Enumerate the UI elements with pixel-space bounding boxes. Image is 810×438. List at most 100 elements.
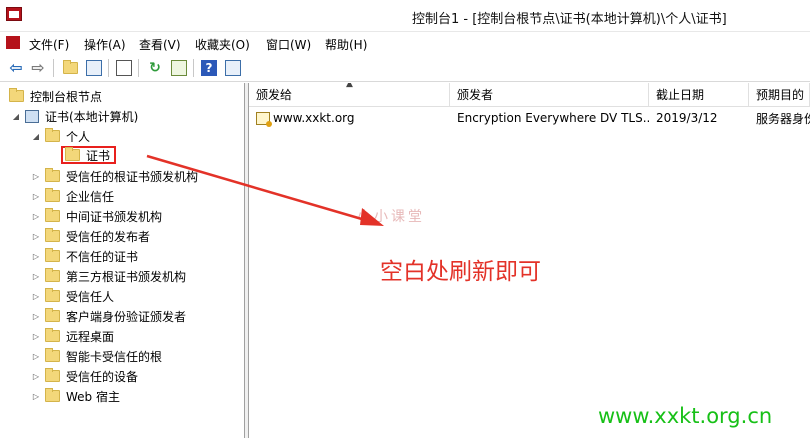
cell-text: 2019/3/12 [656,111,718,125]
properties-button[interactable] [114,58,134,78]
tree-label: 中间证书颁发机构 [66,209,163,224]
collapse-arrow-icon[interactable]: ▷ [31,372,41,381]
collapse-arrow-icon[interactable]: ▷ [31,352,41,361]
title-bar: 控制台1 - [控制台根节点\证书(本地计算机)\个人\证书] [0,0,810,32]
tree-label: 远程桌面 [66,329,115,344]
tree-item[interactable]: ▷ 客户端身份验证颁发者 [31,306,186,326]
back-arrow-icon: ⇦ [9,58,23,77]
tree-label: 受信任的发布者 [66,229,151,244]
folder-icon [45,228,60,242]
tree-label: 受信任的根证书颁发机构 [66,169,199,184]
tree-item-cert-store[interactable]: ◢ 证书(本地计算机) [11,106,138,126]
back-button[interactable]: ⇦ [6,58,26,78]
show-hide-tree-button[interactable] [84,58,104,78]
up-folder-button[interactable] [60,58,80,78]
tree-label: 证书 [86,148,111,163]
console-icon[interactable] [6,36,20,49]
tree-label: 控制台根节点 [30,89,103,104]
collapse-arrow-icon[interactable]: ▷ [31,392,41,401]
folder-icon [65,147,80,161]
collapse-arrow-icon[interactable]: ▷ [31,292,41,301]
tree-item[interactable]: ▷ 不信任的证书 [31,246,138,266]
tree-item[interactable]: ▷ 中间证书颁发机构 [31,206,162,226]
tree-item[interactable]: ▷ 受信任的发布者 [31,226,150,246]
menu-view[interactable]: 查看(V) [139,36,181,53]
tree-label: 证书(本地计算机) [45,109,139,124]
export-list-button[interactable] [169,58,189,78]
column-label: 截止日期 [656,88,705,102]
column-header-issuer[interactable]: 颁发者 [450,83,649,107]
menu-favorites[interactable]: 收藏夹(O) [195,36,250,53]
collapse-arrow-icon[interactable]: ▷ [31,332,41,341]
expand-arrow-icon[interactable]: ◢ [11,112,21,121]
expand-arrow-icon[interactable]: ◢ [31,132,41,141]
toolbar-separator [108,59,109,77]
tree-item-personal[interactable]: ◢ 个人 [31,126,90,146]
tree-item[interactable]: ▷ 智能卡受信任的根 [31,346,162,366]
tree-item[interactable]: ▷ 受信任人 [31,286,114,306]
collapse-arrow-icon[interactable]: ▷ [31,192,41,201]
menu-window[interactable]: 窗口(W) [266,36,311,53]
tree-label: 受信任的设备 [66,369,139,384]
certificate-icon [256,111,272,127]
menu-bar: 文件(F) 操作(A) 查看(V) 收藏夹(O) 窗口(W) 帮助(H) [0,32,810,54]
tree-item[interactable]: ▷ 企业信任 [31,186,114,206]
column-header-issued-to[interactable]: 颁发给 ▲ [249,83,450,107]
tree-label: 智能卡受信任的根 [66,349,163,364]
folder-icon [45,328,60,342]
toolbar-separator [53,59,54,77]
folder-icon [45,128,60,142]
collapse-arrow-icon[interactable]: ▷ [31,252,41,261]
folder-icon [45,188,60,202]
collapse-arrow-icon[interactable]: ▷ [31,232,41,241]
collapse-arrow-icon[interactable]: ▷ [31,272,41,281]
forward-arrow-icon: ⇨ [31,58,45,77]
mmc-app-icon [6,7,22,21]
folder-icon [9,88,24,102]
collapse-arrow-icon[interactable]: ▷ [31,172,41,181]
refresh-button[interactable]: ↻ [145,58,165,78]
tree-label: 客户端身份验证颁发者 [66,309,187,324]
action-pane-icon [225,60,241,76]
tree-item[interactable]: ▷ 受信任的设备 [31,366,138,386]
help-button[interactable]: ? [199,58,219,78]
clipboard-icon [116,60,132,76]
collapse-arrow-icon[interactable]: ▷ [31,312,41,321]
tree-item[interactable]: ▷ 远程桌面 [31,326,114,346]
tree-item-certificates-selected[interactable]: 证书 [61,145,117,165]
show-action-pane-button[interactable] [223,58,243,78]
tree-item-root[interactable]: 控制台根节点 [9,86,102,106]
menu-action[interactable]: 操作(A) [84,36,126,53]
toolbar-separator [138,59,139,77]
tree-label: 不信任的证书 [66,249,139,264]
folder-icon [45,348,60,362]
cell-expiry[interactable]: 2019/3/12 [649,108,749,128]
column-header-expiry[interactable]: 截止日期 [649,83,749,107]
tree-label: 受信任人 [66,289,115,304]
tree-label: Web 宿主 [66,389,120,404]
tree-label: 第三方根证书颁发机构 [66,269,187,284]
watermark-logo: 小小课堂 [357,209,425,225]
folder-icon [45,248,60,262]
column-label: 颁发给 [256,88,293,102]
tree-item[interactable]: ▷ Web 宿主 [31,386,120,406]
export-icon [171,60,187,76]
tree-item[interactable]: ▷ 第三方根证书颁发机构 [31,266,186,286]
column-header-purpose[interactable]: 预期目的 [749,83,810,107]
tree-label: 个人 [66,129,91,144]
column-label: 预期目的 [756,88,805,102]
folder-icon [45,388,60,402]
console-tree[interactable]: 控制台根节点 ◢ 证书(本地计算机) ◢ 个人 证书 ▷ 受信任的根证书颁发机构 … [0,83,245,438]
cell-purpose[interactable]: 服务器身份 [749,108,810,128]
refresh-icon: ↻ [149,60,161,76]
sort-ascending-icon: ▲ [346,83,353,89]
folder-icon [45,308,60,322]
tree-item[interactable]: ▷ 受信任的根证书颁发机构 [31,166,198,186]
menu-file[interactable]: 文件(F) [29,36,69,53]
forward-button[interactable]: ⇨ [28,58,48,78]
cell-issuer[interactable]: Encryption Everywhere DV TLS... [450,108,649,128]
collapse-arrow-icon[interactable]: ▷ [31,212,41,221]
help-icon: ? [201,60,217,76]
menu-help[interactable]: 帮助(H) [325,36,367,53]
cell-issued-to[interactable]: www.xxkt.org [249,108,450,128]
